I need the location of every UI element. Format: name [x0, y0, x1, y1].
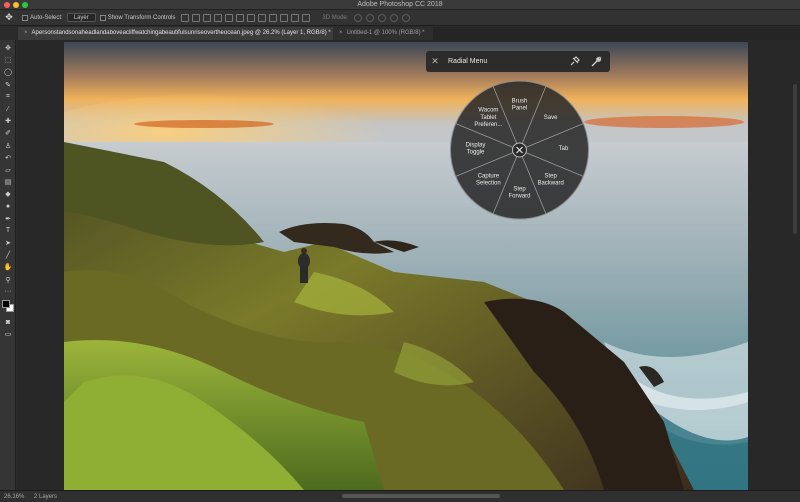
title-bar: Adobe Photoshop CC 2018 [0, 0, 800, 10]
horizontal-scrollbar[interactable] [342, 494, 500, 498]
3d-mode-buttons [354, 13, 411, 22]
move-tool-icon[interactable]: ✥ [0, 12, 18, 23]
show-transform-checkbox[interactable] [99, 14, 106, 21]
screen-mode-icon[interactable]: ▭ [0, 328, 16, 340]
align-bottom-icon[interactable] [203, 13, 212, 22]
pan-3d-icon[interactable] [378, 13, 387, 22]
document-tabs: × Apersonstandsonaheadlandaboveacliffwat… [18, 27, 800, 40]
radial-menu-item-tab[interactable]: Tab [559, 146, 569, 152]
radial-menu-item-capture-selection[interactable]: Capture Selection [476, 174, 501, 187]
distribute-top-icon[interactable] [247, 13, 256, 22]
path-selection-tool-icon[interactable]: ➤ [0, 237, 16, 249]
marquee-tool-icon[interactable]: ⬚ [0, 54, 16, 66]
hand-tool-icon[interactable]: ✋ [0, 261, 16, 273]
align-buttons [181, 13, 311, 22]
auto-select-label: Auto-Select: [30, 14, 63, 21]
more-tools-icon[interactable]: ··· [0, 286, 16, 298]
orbit-3d-icon[interactable] [354, 13, 363, 22]
auto-select-dropdown[interactable]: Layer [66, 13, 96, 22]
brush-tool-icon[interactable]: ✐ [0, 127, 16, 139]
blur-tool-icon[interactable]: ◆ [0, 188, 16, 200]
align-left-icon[interactable] [214, 13, 223, 22]
quick-select-tool-icon[interactable]: ✎ [0, 79, 16, 91]
eraser-tool-icon[interactable]: ▱ [0, 164, 16, 176]
close-icon[interactable]: ✕ [426, 56, 444, 67]
app-title: Adobe Photoshop CC 2018 [357, 1, 443, 8]
distribute-bottom-icon[interactable] [269, 13, 278, 22]
radial-menu-header: ✕ Radial Menu [426, 51, 610, 72]
move-tool-icon[interactable]: ✥ [0, 42, 16, 54]
radial-menu-item-display-toggle[interactable]: Display Toggle [466, 142, 486, 155]
slide-3d-icon[interactable] [390, 13, 399, 22]
distribute-middle-icon[interactable] [258, 13, 267, 22]
tools-panel: ✥ ⬚ ◯ ✎ ⌗ ⁄ ✚ ✐ ♙ ↶ ▱ ▤ ◆ ● ✒ T ➤ ╱ ✋ ⚲ … [0, 40, 16, 490]
show-transform-label: Show Transform Controls [107, 14, 176, 21]
clone-stamp-tool-icon[interactable]: ♙ [0, 140, 16, 152]
tab-active-document[interactable]: × Apersonstandsonaheadlandaboveacliffwat… [18, 27, 333, 40]
align-middle-icon[interactable] [192, 13, 201, 22]
pen-tool-icon[interactable]: ✒ [0, 213, 16, 225]
options-bar: ✥ Auto-Select: Layer Show Transform Cont… [0, 10, 800, 26]
tab-untitled-document[interactable]: × Untitled-1 @ 100% (RGB/8) * [333, 27, 433, 40]
color-swatches [0, 298, 15, 316]
radial-menu: Brush Panel Save Tab Step Backward Step Forward… [447, 80, 592, 220]
crop-tool-icon[interactable]: ⌗ [0, 91, 16, 103]
type-tool-icon[interactable]: T [0, 225, 16, 237]
wrench-icon[interactable] [588, 54, 604, 70]
distribute-center-icon[interactable] [291, 13, 300, 22]
radial-menu-title: Radial Menu [448, 58, 488, 65]
healing-brush-tool-icon[interactable]: ✚ [0, 115, 16, 127]
document-image [64, 42, 748, 490]
zoom-tool-icon[interactable]: ⚲ [0, 274, 16, 286]
dodge-tool-icon[interactable]: ● [0, 200, 16, 212]
auto-select-checkbox[interactable] [22, 14, 28, 21]
tab-label: Untitled-1 @ 100% (RGB/8) * [346, 30, 425, 36]
distribute-right-icon[interactable] [302, 13, 311, 22]
vertical-scrollbar[interactable] [793, 84, 797, 234]
roll-3d-icon[interactable] [366, 13, 375, 22]
history-brush-tool-icon[interactable]: ↶ [0, 152, 16, 164]
close-tab-icon[interactable]: × [339, 27, 343, 40]
align-center-icon[interactable] [225, 13, 234, 22]
distribute-left-icon[interactable] [280, 13, 289, 22]
gradient-tool-icon[interactable]: ▤ [0, 176, 16, 188]
canvas-area[interactable] [17, 40, 800, 490]
eyedropper-tool-icon[interactable]: ⁄ [0, 103, 16, 115]
align-right-icon[interactable] [236, 13, 245, 22]
landscape-photo [64, 42, 748, 490]
align-top-icon[interactable] [181, 13, 190, 22]
3d-mode-label: 3D Mode: [322, 14, 349, 21]
radial-menu-wheel: Brush PanelSaveTabStep BackwardStep Forward… [450, 80, 589, 220]
close-tab-icon[interactable]: × [24, 27, 28, 40]
radial-menu-item-brush-panel[interactable]: Brush Panel [512, 98, 528, 111]
pin-icon[interactable] [566, 54, 582, 70]
tab-label: Apersonstandsonaheadlandaboveacliffwatch… [31, 30, 331, 36]
shape-tool-icon[interactable]: ╱ [0, 249, 16, 261]
zoom-level[interactable]: 26.16% [0, 494, 34, 500]
doc-info[interactable]: 2 Layers [34, 494, 74, 500]
radial-menu-item-save[interactable]: Save [544, 115, 558, 121]
lasso-tool-icon[interactable]: ◯ [0, 66, 16, 78]
quick-mask-icon[interactable]: ◙ [0, 316, 16, 328]
scale-3d-icon[interactable] [402, 13, 411, 22]
foreground-color-swatch[interactable] [2, 299, 10, 308]
